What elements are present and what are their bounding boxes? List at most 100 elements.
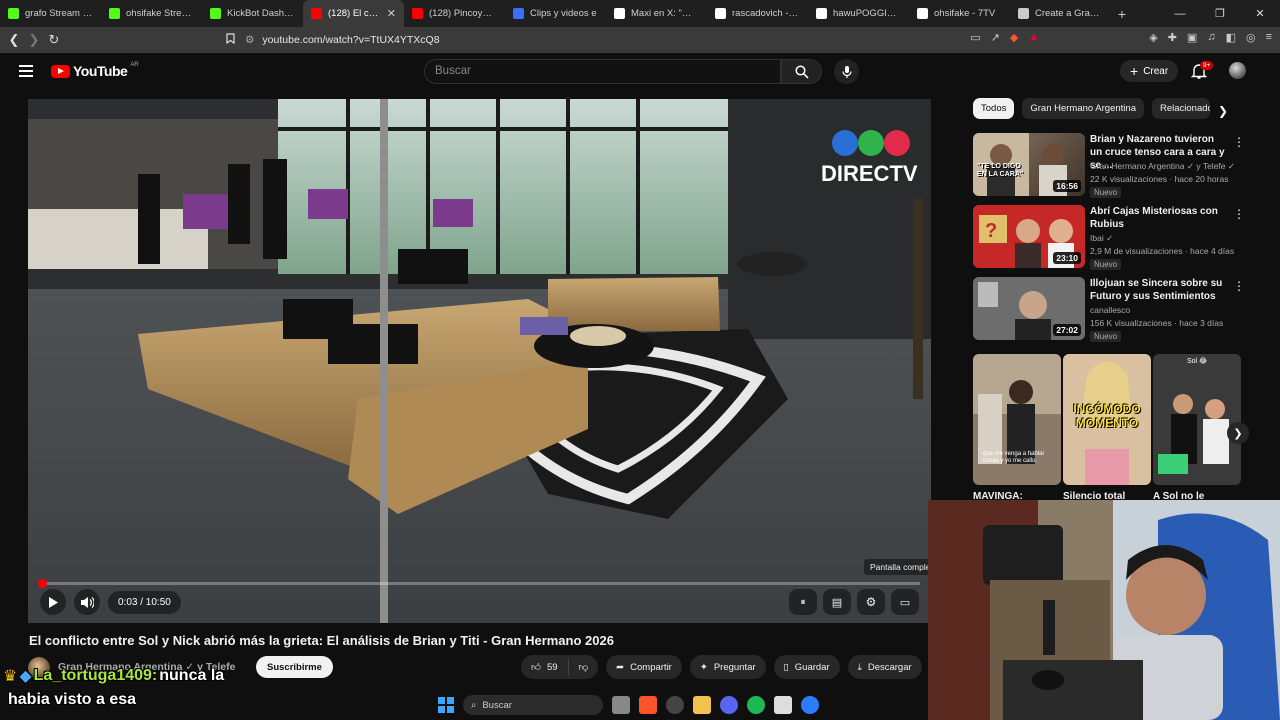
browser-tab[interactable]: Clips y videos e [505, 0, 606, 27]
account-avatar[interactable] [1229, 62, 1246, 79]
video-thumbnail[interactable]: "TE LO DIGO EN LA CARA" 16:56 [973, 133, 1085, 196]
rec-title[interactable]: Abrí Cajas Misteriosas con Rubius [1090, 205, 1225, 231]
video-thumbnail[interactable]: 27:02 [973, 277, 1085, 340]
bookmark-icon[interactable] [220, 32, 240, 47]
rec-channel[interactable]: Ibai ✓ [1090, 233, 1113, 244]
browser-tab[interactable]: Create a Gran herm [1010, 0, 1111, 27]
tab-label: (128) Pincoya habla [429, 8, 497, 19]
rec-channel[interactable]: canallesco [1090, 305, 1130, 315]
volume-button[interactable] [74, 589, 100, 615]
like-dislike-group: 👍︎ 59 👎︎ [521, 655, 599, 679]
browser-tab[interactable]: (128) Pincoya habla [404, 0, 505, 27]
browser-tab[interactable]: (128) El confl ✕ [303, 0, 404, 27]
ask-button[interactable]: ✦ Preguntar [689, 655, 766, 679]
autoplay-toggle[interactable]: ⏸ [789, 589, 817, 615]
browser-tab[interactable]: hawuPOGGIES - 7T [808, 0, 909, 27]
menu-icon[interactable]: ≡ [1266, 31, 1272, 44]
shorts-next-icon[interactable]: ❯ [1227, 422, 1249, 444]
discord-icon[interactable] [720, 696, 738, 714]
scrubber-handle[interactable] [38, 579, 47, 588]
search-button[interactable] [781, 59, 822, 84]
close-window-icon[interactable]: ✕ [1240, 7, 1280, 20]
play-button[interactable] [40, 589, 66, 615]
screenshot-icon[interactable]: ▭ [970, 31, 980, 44]
extension-icon[interactable]: ◈ [1149, 31, 1157, 44]
recommendation-item[interactable]: "TE LO DIGO EN LA CARA" 16:56 Brian y Na… [973, 133, 1245, 198]
share-button[interactable]: ➦ Compartir [606, 655, 682, 679]
kick-icon [8, 8, 19, 19]
vpn-icon[interactable]: ◎ [1246, 31, 1256, 44]
taskbar-search-label: Buscar [482, 699, 512, 711]
tab-label: ohsifake - 7TV [934, 8, 996, 19]
duration-badge: 27:02 [1053, 324, 1081, 336]
maximize-icon[interactable]: ❐ [1200, 7, 1240, 20]
video-thumbnail[interactable]: ? 23:10 [973, 205, 1085, 268]
back-icon[interactable]: ❮ [4, 32, 24, 48]
puzzle-icon[interactable]: ✚ [1168, 31, 1177, 44]
browser-tab[interactable]: ohsifake - 7TV [909, 0, 1010, 27]
browser-tab[interactable]: Maxi en X: "@clipsy [606, 0, 707, 27]
rewards-icon[interactable]: ▲ [1028, 31, 1039, 44]
site-info-icon[interactable]: ⚙ [245, 34, 254, 46]
chips-next-icon[interactable]: ❯ [1218, 104, 1228, 118]
rec-channel[interactable]: Gran Hermano Argentina ✓ y Telefe ✓ [1090, 161, 1235, 172]
minimize-icon[interactable]: — [1160, 8, 1200, 20]
save-button[interactable]: ▯ Guardar [773, 655, 840, 679]
subscribe-button[interactable]: Suscribirme [256, 656, 333, 678]
github-icon[interactable] [666, 696, 684, 714]
download-button[interactable]: ⤓ Descargar [847, 655, 922, 679]
verified-icon: ✓ [1186, 161, 1194, 171]
search-input[interactable]: Buscar [424, 59, 781, 84]
crown-icon: ♛ [3, 668, 18, 685]
tab-label: Clips y videos e [530, 8, 597, 19]
create-button[interactable]: + Crear [1120, 60, 1179, 82]
short-thumbnail[interactable]: INCÓMODO MOMENTO [1063, 354, 1151, 485]
brave-shield-icon[interactable]: ◆ [1010, 31, 1018, 44]
dislike-button[interactable]: 👎︎ [569, 655, 599, 679]
progress-bar[interactable] [38, 579, 920, 588]
video-player[interactable]: DIRECTV 0:03 / 10:50 ⏸ ▤ ⚙ ▭ Pantalla co… [28, 99, 931, 623]
reload-icon[interactable]: ↻ [44, 32, 64, 48]
browser-tab[interactable]: rascadovich - 7TV [707, 0, 808, 27]
taskbar-search[interactable]: ⌕ Buscar [463, 695, 603, 715]
filter-chip[interactable]: Gran Hermano Argentina [1022, 98, 1144, 119]
brave-browser-icon[interactable] [639, 696, 657, 714]
wallet-icon[interactable]: ▣ [1187, 31, 1197, 44]
like-button[interactable]: 👍︎ 59 [521, 655, 568, 679]
youtube-logo[interactable]: YouTube AR [51, 62, 139, 79]
tab-close-icon[interactable]: ✕ [387, 7, 396, 20]
forward-icon[interactable]: ❯ [24, 32, 44, 48]
new-tab-icon[interactable]: + [1111, 6, 1133, 22]
browser-tab[interactable]: ohsifake Stream [101, 0, 202, 27]
notification-badge: 9+ [1200, 61, 1214, 70]
voice-search-button[interactable] [834, 59, 859, 84]
browser-tab[interactable]: KickBot Dashboard [202, 0, 303, 27]
recommendation-item[interactable]: ? 23:10 Abrí Cajas Misteriosas con Rubiu… [973, 205, 1245, 270]
rec-title[interactable]: Illojuan se Sincera sobre su Futuro y su… [1090, 277, 1225, 303]
left-controls: 0:03 / 10:50 [40, 589, 181, 615]
url-field[interactable]: ⚙ youtube.com/watch?v=TtUX4YTXcQ8 [245, 31, 440, 49]
more-options-icon[interactable]: ⋮ [1233, 207, 1245, 221]
browser-tab[interactable]: grafo Stream - V [0, 0, 101, 27]
short-thumbnail[interactable]: que me venga a hablar cosas y yo me call… [973, 354, 1061, 485]
youtube-play-icon [51, 64, 70, 78]
file-explorer-icon[interactable] [693, 696, 711, 714]
sidebar-icon[interactable]: ◧ [1226, 31, 1236, 44]
subtitles-button[interactable]: ▤ [823, 589, 851, 615]
windows-start-icon[interactable] [438, 697, 454, 713]
filter-chip[interactable]: Relacionado [1151, 98, 1210, 119]
short-thumbnail[interactable]: Sol 😂 [1153, 354, 1241, 485]
task-view-icon[interactable] [612, 696, 630, 714]
more-options-icon[interactable]: ⋮ [1233, 279, 1245, 293]
hamburger-menu-icon[interactable] [19, 65, 33, 77]
share-icon[interactable]: ↗ [991, 31, 1000, 44]
recommendation-item[interactable]: 27:02 Illojuan se Sincera sobre su Futur… [973, 277, 1245, 342]
settings-button[interactable]: ⚙ [857, 589, 885, 615]
davinci-icon[interactable] [774, 696, 792, 714]
filter-chip[interactable]: Todos [973, 98, 1015, 119]
ccleaner-icon[interactable] [801, 696, 819, 714]
more-options-icon[interactable]: ⋮ [1233, 135, 1245, 149]
spotify-icon[interactable] [747, 696, 765, 714]
music-icon[interactable]: ♫ [1207, 31, 1215, 44]
theater-button[interactable]: ▭ [891, 589, 919, 615]
